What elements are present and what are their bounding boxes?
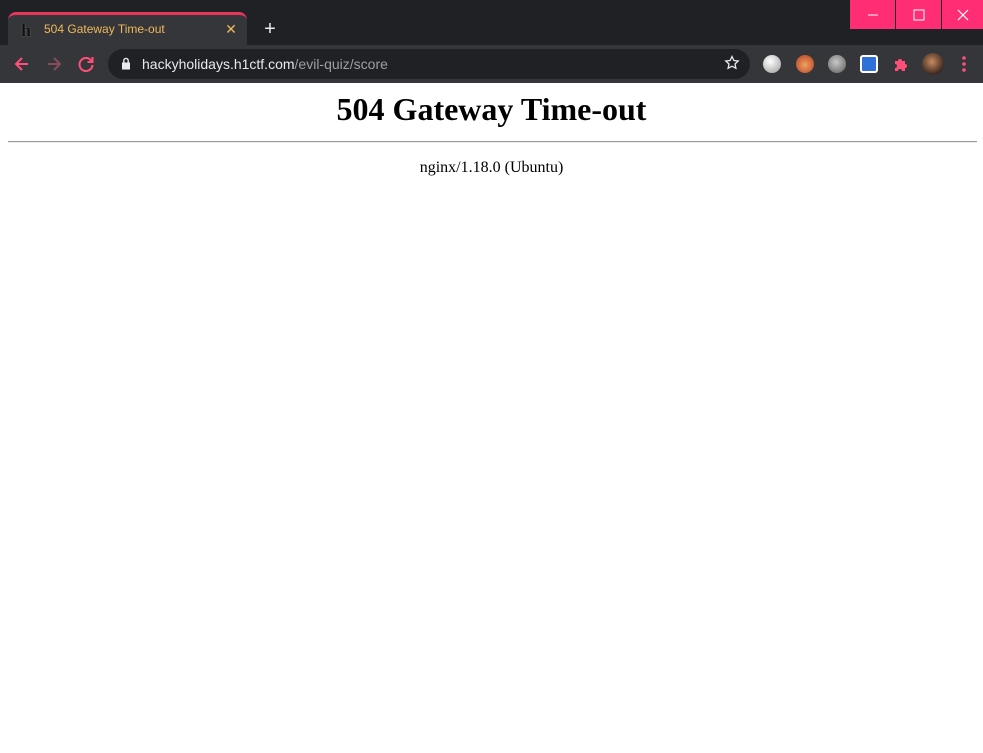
address-bar[interactable]: hackyholidays.h1ctf.com/evil-quiz/score [108,49,750,79]
star-icon[interactable] [724,55,740,71]
maximize-button[interactable] [896,0,941,29]
page-content: 504 Gateway Time-out nginx/1.18.0 (Ubunt… [0,83,983,753]
puzzle-extension-icon[interactable] [892,55,910,73]
extension-icon-2[interactable] [796,55,814,73]
browser-title-bar: h 504 Gateway Time-out ✕ + [0,0,983,45]
url-path: /evil-quiz/score [294,56,388,72]
url-host: hackyholidays.h1ctf.com [142,56,295,72]
forward-icon[interactable] [43,53,65,75]
extension-icon-1[interactable] [763,55,781,73]
reload-icon[interactable] [75,53,97,75]
divider [8,141,977,143]
extension-icon-3[interactable] [828,55,846,73]
lock-icon [122,57,130,70]
page-title: 504 Gateway Time-out [336,91,647,127]
new-tab-button[interactable]: + [256,17,284,41]
tab-favicon: h [21,20,32,40]
url-text: hackyholidays.h1ctf.com/evil-quiz/score [142,56,388,72]
profile-avatar[interactable] [922,53,944,75]
browser-toolbar: hackyholidays.h1ctf.com/evil-quiz/score [0,45,983,83]
extension-icon-4[interactable] [860,55,878,73]
back-icon[interactable] [11,53,33,75]
minimize-button[interactable] [850,0,895,29]
kebab-menu-icon[interactable] [958,54,970,74]
close-window-button[interactable] [942,0,983,29]
tab-close-icon[interactable]: ✕ [221,19,241,39]
tab-title: 504 Gateway Time-out [44,22,165,36]
browser-tab[interactable]: h 504 Gateway Time-out ✕ [8,12,247,45]
server-signature: nginx/1.18.0 (Ubuntu) [419,159,564,176]
